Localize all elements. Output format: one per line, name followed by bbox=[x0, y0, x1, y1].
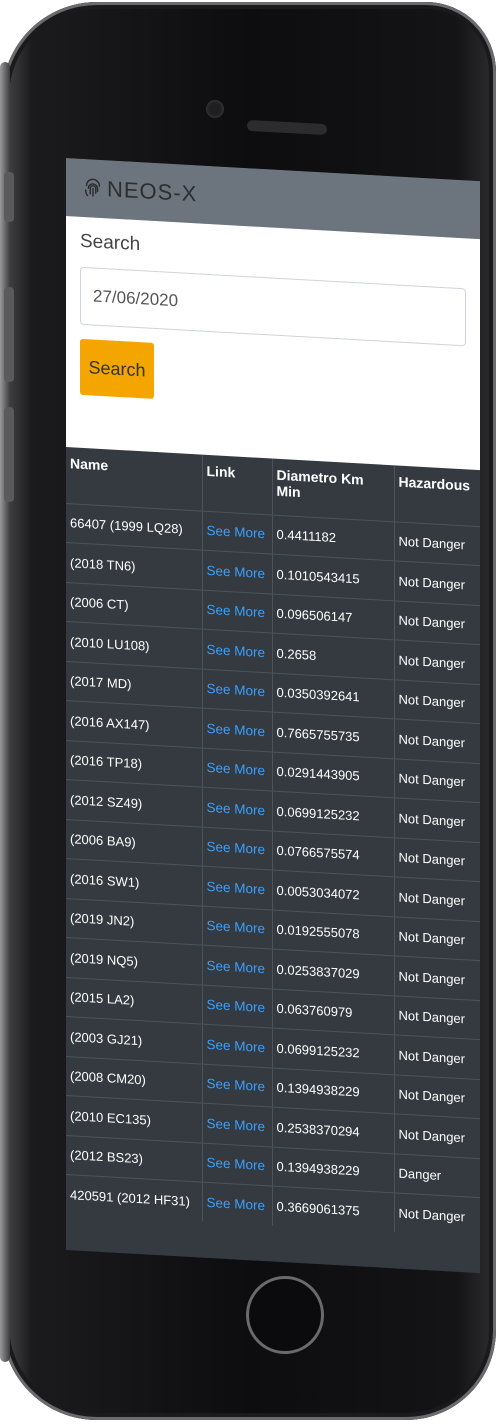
diameter-value: 0.0766575574 bbox=[272, 830, 394, 877]
header-link: Link bbox=[202, 454, 272, 515]
volume-down-button bbox=[4, 407, 14, 502]
diameter-value: 0.7665755735 bbox=[272, 712, 394, 759]
diameter-value: 0.0253837029 bbox=[272, 949, 394, 996]
diameter-value: 0.0192555078 bbox=[272, 909, 394, 956]
hazard-status: Not Danger bbox=[394, 1034, 480, 1080]
hazard-status: Not Danger bbox=[394, 718, 480, 764]
header-name: Name bbox=[66, 447, 202, 511]
search-form: Search Search bbox=[66, 216, 480, 471]
see-more-link[interactable]: See More bbox=[202, 984, 272, 1029]
see-more-link[interactable]: See More bbox=[202, 787, 272, 831]
see-more-link[interactable]: See More bbox=[202, 510, 272, 555]
hazard-status: Not Danger bbox=[394, 521, 480, 566]
see-more-link[interactable]: See More bbox=[202, 826, 272, 871]
search-label: Search bbox=[80, 230, 141, 256]
hazard-status: Not Danger bbox=[394, 837, 480, 882]
see-more-link[interactable]: See More bbox=[202, 550, 272, 594]
see-more-link[interactable]: See More bbox=[202, 1024, 272, 1068]
diameter-value: 0.3669061375 bbox=[272, 1186, 394, 1232]
header-diameter: Diametro Km Min bbox=[272, 458, 394, 522]
table-body: 66407 (1999 LQ28) See More 0.4411182 Not Da… bbox=[66, 503, 480, 1237]
diameter-value: 0.2658 bbox=[272, 633, 394, 680]
brand-title[interactable]: NEOS-X bbox=[107, 176, 197, 207]
hazard-status: Danger bbox=[394, 1153, 480, 1198]
see-more-link[interactable]: See More bbox=[202, 905, 272, 950]
diameter-value: 0.0291443905 bbox=[272, 751, 394, 798]
volume-up-button bbox=[4, 287, 14, 382]
mute-switch bbox=[4, 172, 14, 222]
hazard-status: Not Danger bbox=[394, 995, 480, 1040]
hazard-status: Not Danger bbox=[394, 639, 480, 685]
diameter-value: 0.0350392641 bbox=[272, 672, 394, 719]
asteroid-table: Name Link Diametro Km Min Hazardous 6640… bbox=[66, 447, 480, 1237]
see-more-link[interactable]: See More bbox=[202, 1103, 272, 1147]
diameter-value: 0.2538370294 bbox=[272, 1107, 394, 1154]
diameter-value: 0.0053034072 bbox=[272, 870, 394, 917]
diameter-value: 0.096506147 bbox=[272, 593, 394, 640]
hazard-status: Not Danger bbox=[394, 679, 480, 724]
hazard-status: Not Danger bbox=[394, 876, 480, 922]
asteroid-name: 420591 (2012 HF31) bbox=[66, 1174, 202, 1222]
diameter-value: 0.1010543415 bbox=[272, 554, 394, 601]
see-more-link[interactable]: See More bbox=[202, 668, 272, 713]
see-more-link[interactable]: See More bbox=[202, 866, 272, 910]
hazard-status: Not Danger bbox=[394, 758, 480, 803]
see-more-link[interactable]: See More bbox=[202, 1063, 272, 1108]
front-camera bbox=[206, 100, 224, 118]
hazard-status: Not Danger bbox=[394, 797, 480, 843]
see-more-link[interactable]: See More bbox=[202, 629, 272, 673]
diameter-value: 0.1394938229 bbox=[272, 1067, 394, 1114]
earpiece-speaker bbox=[246, 119, 328, 136]
see-more-link[interactable]: See More bbox=[202, 1142, 272, 1187]
search-button[interactable]: Search bbox=[80, 338, 154, 399]
see-more-link[interactable]: See More bbox=[202, 1182, 272, 1226]
see-more-link[interactable]: See More bbox=[202, 589, 272, 634]
diameter-value: 0.1394938229 bbox=[272, 1146, 394, 1193]
hazard-status: Not Danger bbox=[394, 955, 480, 1001]
diameter-value: 0.4411182 bbox=[272, 514, 394, 561]
phone-screen: NEOS-X Search Search Name Link Diametro … bbox=[66, 158, 480, 1274]
hazard-status: Not Danger bbox=[394, 560, 480, 606]
hazard-status: Not Danger bbox=[394, 1192, 480, 1237]
diameter-value: 0.0699125232 bbox=[272, 791, 394, 838]
header-hazardous: Hazardous bbox=[398, 473, 471, 494]
see-more-link[interactable]: See More bbox=[202, 747, 272, 792]
home-button bbox=[246, 1276, 324, 1354]
hazard-status: Not Danger bbox=[394, 600, 480, 645]
hazard-status: Not Danger bbox=[394, 916, 480, 961]
see-more-link[interactable]: See More bbox=[202, 708, 272, 752]
hazard-status: Not Danger bbox=[394, 1113, 480, 1159]
see-more-link[interactable]: See More bbox=[202, 945, 272, 989]
phone-edge bbox=[0, 62, 10, 1362]
diameter-value: 0.0699125232 bbox=[272, 1028, 394, 1075]
fingerprint-icon bbox=[84, 178, 101, 197]
hazard-status: Not Danger bbox=[394, 1074, 480, 1119]
diameter-value: 0.063760979 bbox=[272, 988, 394, 1035]
